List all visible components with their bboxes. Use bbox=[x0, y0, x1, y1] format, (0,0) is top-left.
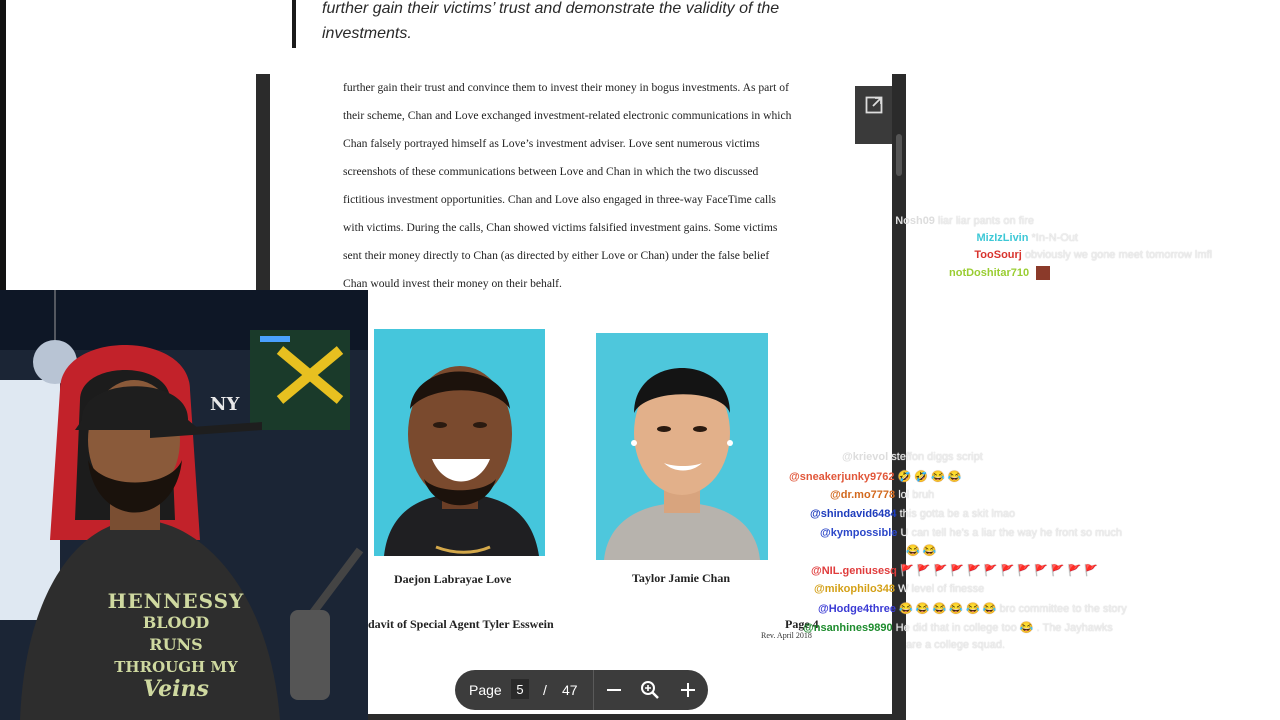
article-blockquote: further gain their victims’ trust and de… bbox=[292, 0, 936, 48]
chat-message: @Hodge4three 😂 😂 😂 😂 😂 😂 bro committee t… bbox=[818, 602, 1127, 615]
nav-divider bbox=[593, 670, 594, 710]
shirt-line: THROUGH MY bbox=[114, 658, 238, 676]
caption-taylor-chan: Taylor Jamie Chan bbox=[632, 571, 731, 585]
shirt-line: BLOOD bbox=[142, 613, 210, 632]
open-in-new-button[interactable] bbox=[855, 86, 893, 144]
photo-taylor-chan bbox=[596, 333, 768, 560]
chat-username: @NIL.geniusesq bbox=[811, 565, 897, 577]
pdf-line: with victims. During the calls, Chan sho… bbox=[343, 221, 778, 234]
chat-message: @nsanhines9890 He did that in college to… bbox=[803, 621, 1113, 634]
chat-text: 😂 😂 😂 😂 😂 😂 bro committee to the story bbox=[899, 603, 1127, 615]
chat-message-continuation: are a college squad. bbox=[906, 639, 1005, 651]
blockquote-text: further gain their victims’ trust and de… bbox=[322, 0, 922, 46]
caption-daejon-love: Daejon Labrayae Love bbox=[394, 572, 512, 586]
zoom-icon bbox=[641, 681, 659, 699]
page-navigation-bar: Page / 47 bbox=[455, 670, 708, 710]
chat-message: @kympossible U can tell he's a liar the … bbox=[820, 527, 1122, 539]
shirt-line: Veins bbox=[143, 676, 209, 702]
chat-message: notDoshitar710 bbox=[949, 266, 1051, 280]
chat-message: @dr.mo7778 lol bruh bbox=[830, 489, 934, 501]
plus-icon bbox=[681, 683, 695, 697]
chat-message: TooSourj obviously we gone meet tomorrow… bbox=[974, 249, 1212, 261]
chat-message: @shindavid6484 this gotta be a skit lmao bbox=[810, 508, 1015, 520]
left-edge-rule bbox=[0, 0, 6, 290]
page-label: Page bbox=[469, 682, 502, 698]
pdf-footer-affidavit: davit of Special Agent Tyler Esswein bbox=[368, 617, 554, 631]
chat-text: liar liar pants on fire bbox=[938, 215, 1034, 227]
chat-text: 🤣 🤣 😂 😂 bbox=[897, 471, 962, 483]
emote-icon bbox=[1036, 266, 1051, 280]
chat-username: @dr.mo7778 bbox=[830, 489, 896, 501]
chat-message: @sneakerjunky9762 🤣 🤣 😂 😂 bbox=[789, 470, 962, 483]
chat-username: @sneakerjunky9762 bbox=[789, 471, 895, 483]
chat-username: TooSourj bbox=[974, 249, 1022, 261]
shirt-line: RUNS bbox=[149, 635, 203, 654]
pdf-line: screenshots of these communications betw… bbox=[343, 165, 759, 178]
chat-username: @mikophilo348 bbox=[814, 583, 896, 595]
blockquote-line-2: investments. bbox=[322, 25, 412, 42]
chat-message: MizIzLivin *In-N-Out bbox=[977, 232, 1078, 244]
pdf-line: Chan falsely portrayed himself as Love’s… bbox=[343, 137, 760, 150]
chat-text: He did that in college too 😂 . The Jayha… bbox=[895, 622, 1113, 634]
chat-username: @kympossible bbox=[820, 527, 898, 539]
page-total: 47 bbox=[562, 682, 578, 698]
chat-text: U can tell he's a liar the way he front … bbox=[900, 527, 1123, 539]
page-separator: / bbox=[543, 682, 547, 698]
chat-text: 🚩 🚩 🚩 🚩 🚩 🚩 🚩 🚩 🚩 🚩 🚩 🚩 bbox=[899, 565, 1098, 577]
pdf-line: Chan would invest their money on their b… bbox=[343, 277, 562, 290]
chat-username: @shindavid6484 bbox=[810, 508, 897, 520]
chat-username: Nosh09 bbox=[895, 215, 935, 227]
webcam-overlay: HENNESSY BLOOD RUNS THROUGH MY Veins NY bbox=[0, 290, 368, 720]
page-number-input[interactable] bbox=[511, 679, 529, 699]
chat-text: lol bruh bbox=[898, 489, 935, 501]
chat-username: @Hodge4three bbox=[818, 603, 896, 615]
chat-message: @NIL.geniusesq 🚩 🚩 🚩 🚩 🚩 🚩 🚩 🚩 🚩 🚩 🚩 🚩 bbox=[811, 564, 1098, 577]
chat-message: @mikophilo348 W level of finesse bbox=[814, 583, 984, 595]
fit-zoom-button[interactable] bbox=[638, 678, 662, 702]
zoom-out-button[interactable] bbox=[602, 678, 626, 702]
chat-text: 😂 😂 bbox=[906, 545, 937, 557]
pdf-line: further gain their trust and convince th… bbox=[343, 81, 789, 94]
open-in-new-icon bbox=[865, 96, 883, 114]
chat-message-continuation: 😂 😂 bbox=[906, 544, 936, 557]
chat-text: obviously we gone meet tomorrow lmfl bbox=[1024, 249, 1212, 261]
chat-username: @nsanhines9890 bbox=[803, 622, 893, 634]
minus-icon bbox=[607, 689, 621, 691]
chat-text: steffon diggs script bbox=[891, 451, 983, 463]
photo-daejon-love bbox=[374, 329, 545, 556]
shirt-text: HENNESSY BLOOD RUNS THROUGH MY Veins bbox=[106, 590, 246, 700]
chat-text: *In-N-Out bbox=[1031, 232, 1078, 244]
pdf-line: sent their money directly to Chan (as di… bbox=[343, 249, 770, 262]
chat-text: this gotta be a skit lmao bbox=[899, 508, 1016, 520]
pdf-line: fictitious investment opportunities. Cha… bbox=[343, 193, 776, 206]
chat-message: Nosh09 liar liar pants on fire bbox=[895, 215, 1034, 227]
pdf-scrollbar-thumb[interactable] bbox=[896, 134, 902, 176]
pdf-paragraph: further gain their trust and convince th… bbox=[343, 74, 823, 298]
chat-message: @krievol steffon diggs script bbox=[842, 451, 983, 463]
pdf-line: their scheme, Chan and Love exchanged in… bbox=[343, 109, 792, 122]
shirt-line: HENNESSY bbox=[107, 589, 245, 613]
chat-text: are a college squad. bbox=[906, 639, 1006, 651]
blockquote-line-1: further gain their victims’ trust and de… bbox=[322, 0, 780, 17]
chat-username: notDoshitar710 bbox=[949, 266, 1030, 279]
chat-username: MizIzLivin bbox=[976, 232, 1029, 244]
chat-text: W level of finesse bbox=[898, 583, 985, 595]
chat-username: @krievol bbox=[842, 451, 889, 463]
zoom-in-button[interactable] bbox=[676, 678, 700, 702]
cap-logo: NY bbox=[210, 394, 240, 415]
